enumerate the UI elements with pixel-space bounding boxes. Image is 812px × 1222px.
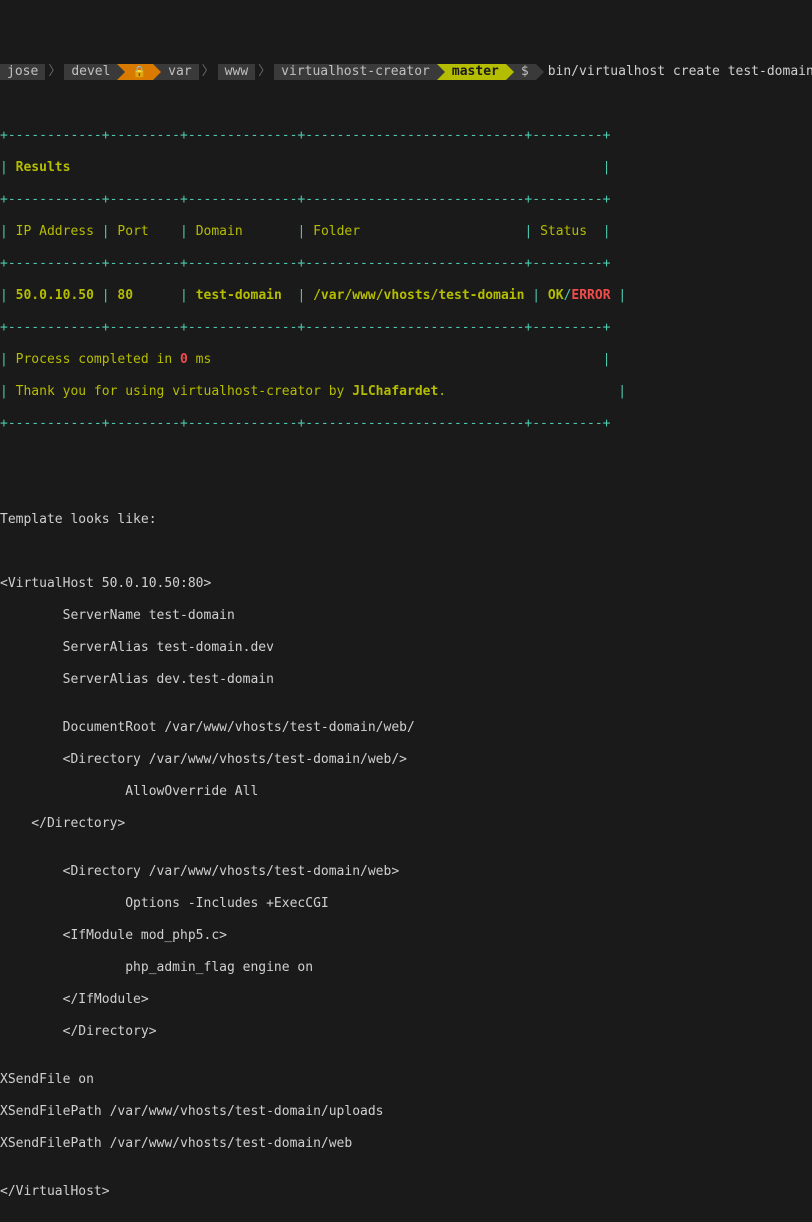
chevron-icon: 〉 [199, 64, 218, 80]
col-port: Port [117, 224, 148, 239]
vhost-line: AllowOverride All [0, 784, 812, 800]
vhost-line: ServerAlias dev.test-domain [0, 672, 812, 688]
val-ok: OK [548, 288, 564, 303]
vhost-line: XSendFile on [0, 1072, 812, 1088]
vhost-line: ServerAlias test-domain.dev [0, 640, 812, 656]
border: +------------+---------+--------------+-… [0, 128, 812, 144]
thank-author: JLChafardet [352, 384, 438, 399]
arrow-icon [117, 64, 125, 80]
git-branch: master [445, 64, 506, 80]
proc-pre: Process completed in [16, 352, 180, 367]
border: +------------+---------+--------------+-… [0, 320, 812, 336]
arrow-icon [506, 64, 514, 80]
vhost-line: XSendFilePath /var/www/vhosts/test-domai… [0, 1136, 812, 1152]
proc-ms: 0 [180, 352, 188, 367]
prompt-devel: devel [64, 64, 117, 80]
val-error: ERROR [571, 288, 610, 303]
prompt-user: jose [0, 64, 45, 80]
vhost-line: <VirtualHost 50.0.10.50:80> [0, 576, 812, 592]
val-port: 80 [117, 288, 133, 303]
vhost-line: XSendFilePath /var/www/vhosts/test-domai… [0, 1104, 812, 1120]
border: +------------+---------+--------------+-… [0, 256, 812, 272]
col-status: Status [540, 224, 587, 239]
vhost-line: </IfModule> [0, 992, 812, 1008]
path-seg: virtualhost-creator [274, 64, 437, 80]
vhost-line: <Directory /var/www/vhosts/test-domain/w… [0, 864, 812, 880]
vhost-line: </Directory> [0, 1024, 812, 1040]
chevron-icon: 〉 [255, 64, 274, 80]
prompt-line-top[interactable]: jose〉devel🔒var〉www〉virtualhost-creatorma… [0, 64, 812, 80]
vhost-line: </VirtualHost> [0, 1184, 812, 1200]
val-ip: 50.0.10.50 [16, 288, 94, 303]
proc-post: ms [188, 352, 211, 367]
border: +------------+---------+--------------+-… [0, 192, 812, 208]
path-seg: var [161, 64, 198, 80]
command-text: bin/virtualhost create test-domain [544, 64, 812, 80]
path-seg: www [218, 64, 255, 80]
vhost-line: php_admin_flag engine on [0, 960, 812, 976]
prompt-dollar: $ [514, 64, 536, 80]
val-folder: /var/www/vhosts/test-domain [313, 288, 524, 303]
col-folder: Folder [313, 224, 360, 239]
arrow-icon [437, 64, 445, 80]
vhost-line: DocumentRoot /var/www/vhosts/test-domain… [0, 720, 812, 736]
arrow-icon [536, 64, 544, 80]
terminal-output: +------------+---------+--------------+-… [0, 112, 812, 1216]
val-domain: test-domain [196, 288, 282, 303]
vhost-line: <Directory /var/www/vhosts/test-domain/w… [0, 752, 812, 768]
vhost-line: </Directory> [0, 816, 812, 832]
template-title: Template looks like: [0, 512, 812, 528]
vhost-line: ServerName test-domain [0, 608, 812, 624]
lock-icon: 🔒 [125, 64, 153, 80]
vhost-line: Options -Includes +ExecCGI [0, 896, 812, 912]
chevron-icon: 〉 [45, 64, 64, 80]
arrow-icon [153, 64, 161, 80]
thank-post: . [438, 384, 446, 399]
col-ip: IP Address [16, 224, 94, 239]
col-domain: Domain [196, 224, 243, 239]
thank-pre: Thank you for using virtualhost-creator … [16, 384, 353, 399]
border: +------------+---------+--------------+-… [0, 416, 812, 432]
vhost-line: <IfModule mod_php5.c> [0, 928, 812, 944]
